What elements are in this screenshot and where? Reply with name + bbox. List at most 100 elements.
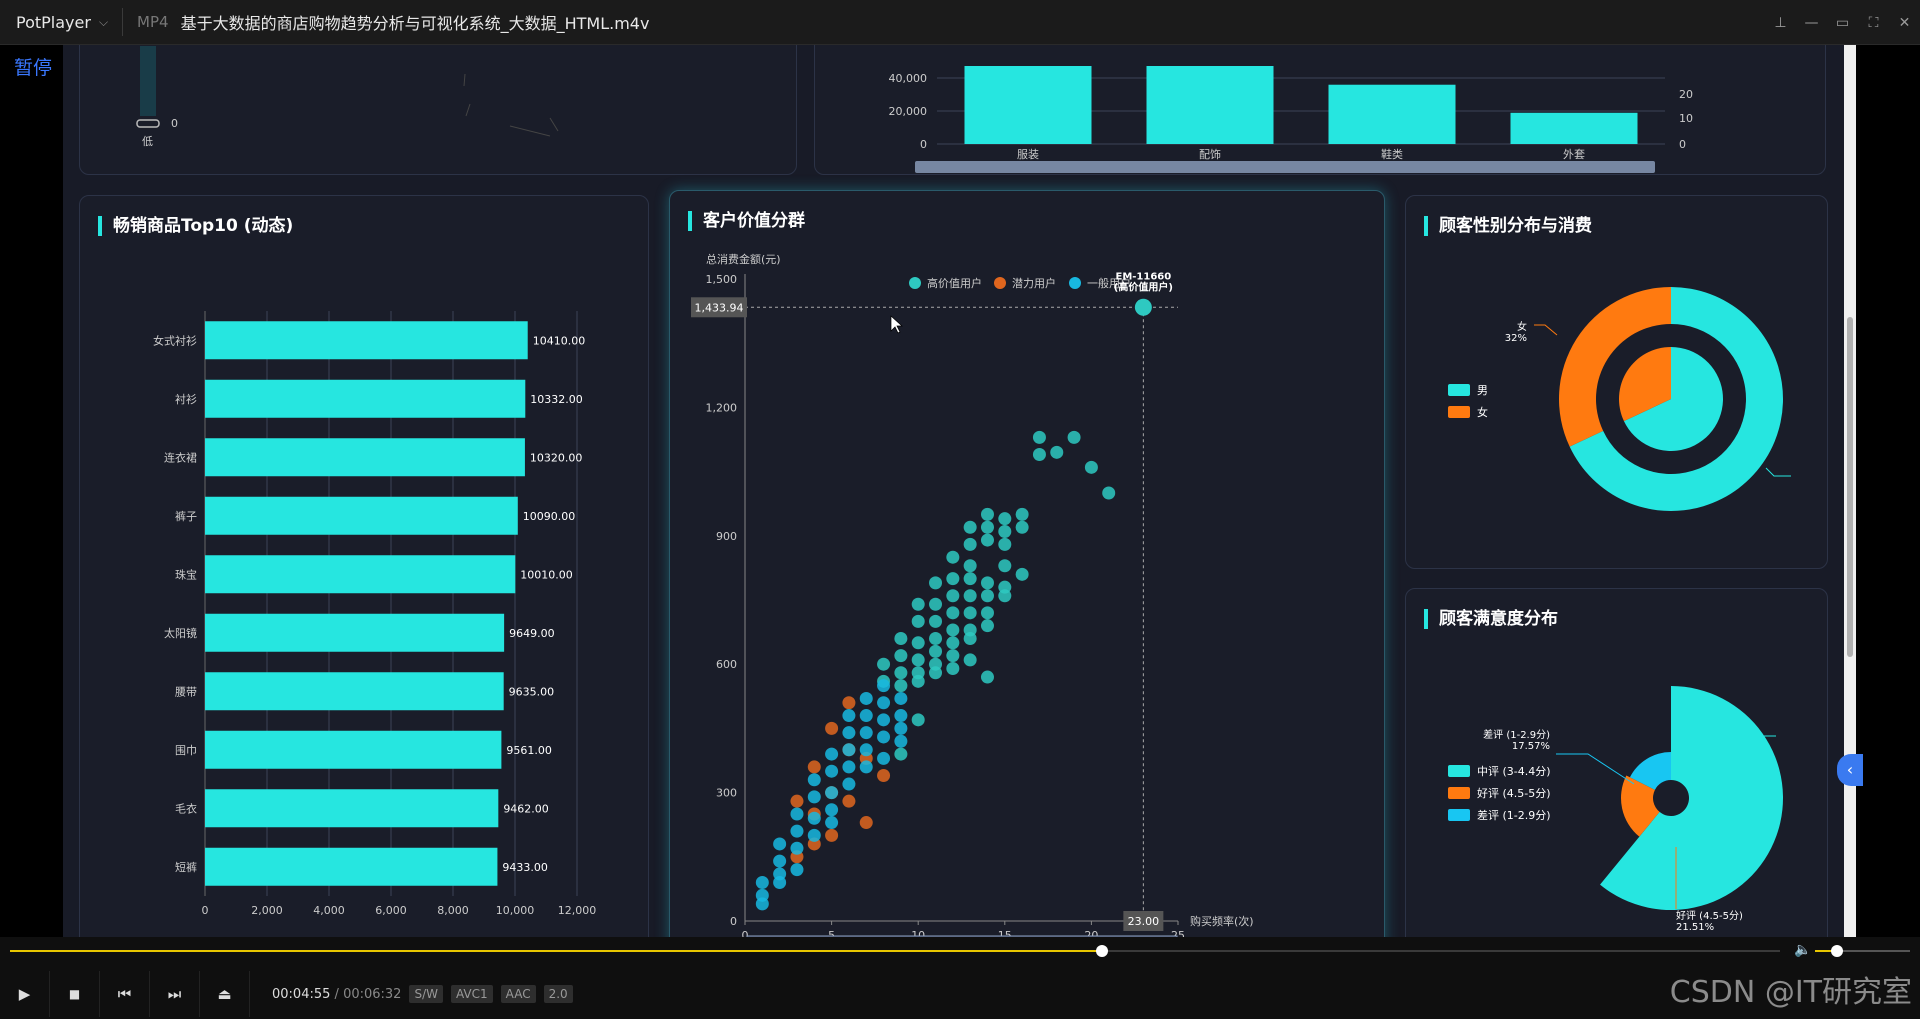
x-tick-label: 外套 [1563, 148, 1585, 161]
data-point [980, 533, 994, 547]
title-bar: PotPlayer ⌵ MP4 基于大数据的商店购物趋势分析与可视化系统_大数据… [0, 0, 1920, 45]
data-point [859, 709, 873, 723]
data-point [1067, 430, 1081, 444]
data-point [929, 614, 943, 628]
data-point [825, 721, 839, 735]
data-point [980, 606, 994, 620]
x-tick-label: 0 [202, 904, 209, 917]
minimize-icon[interactable]: — [1796, 15, 1827, 31]
data-point [998, 525, 1012, 539]
legend-zero: 0 [171, 117, 178, 130]
next-button[interactable]: ⏭ [150, 971, 200, 1017]
label-line [1556, 753, 1635, 785]
video-codec-badge[interactable]: AVC1 [450, 985, 493, 1003]
data-point [894, 721, 908, 735]
data-point [842, 794, 856, 808]
eject-button[interactable]: ⏏ [200, 971, 250, 1017]
data-point [911, 674, 925, 688]
data-point [894, 666, 908, 680]
stop-button[interactable]: ■ [50, 971, 100, 1017]
value-label: 10320.00 [530, 451, 583, 464]
data-point [790, 863, 804, 877]
data-point [825, 816, 839, 830]
data-point [842, 743, 856, 757]
top10-chart: 0 2,000 4,000 6,000 8,000 10,000 12,000 女式衬衫 104… [153, 311, 596, 917]
bar [205, 496, 518, 535]
heatmap-legend: 0 低 [136, 46, 559, 148]
data-point [929, 597, 943, 611]
data-point [1015, 520, 1029, 534]
data-point [877, 679, 891, 693]
data-point [963, 606, 977, 620]
y-axis-title: 总消费金额(元) [706, 252, 781, 266]
data-point [894, 679, 908, 693]
data-point [946, 623, 960, 637]
highlight-point [1134, 298, 1152, 316]
data-point [842, 760, 856, 774]
bar [205, 847, 498, 886]
legend-label: 差评 (1-2.9分) [1477, 808, 1551, 822]
data-point [1102, 486, 1116, 500]
value-label: 9561.00 [506, 744, 552, 757]
data-point [859, 816, 873, 830]
page-scrollbar[interactable] [1844, 45, 1856, 937]
volume-handle[interactable] [1830, 945, 1843, 957]
next-icon: ⏭ [167, 985, 182, 1003]
collapse-side-button[interactable]: ‹ [1837, 754, 1863, 786]
player-controls: 🔈 ▶ ■ ⏮ ⏭ ⏏ 00:04:55 / 00:06:32 S/W AVC1… [0, 937, 1920, 1019]
y-tick-label: 1,200 [706, 401, 738, 414]
legend-label: 潜力用户 [1012, 276, 1056, 290]
channels-badge[interactable]: 2.0 [543, 985, 573, 1003]
close-icon[interactable]: ✕ [1889, 15, 1920, 31]
data-point [894, 709, 908, 723]
value-label: 10410.00 [533, 334, 586, 347]
value-label: 9649.00 [509, 627, 555, 640]
audio-codec-badge[interactable]: AAC [500, 985, 536, 1003]
data-point [807, 773, 821, 787]
data-point [894, 734, 908, 748]
data-point [842, 726, 856, 740]
data-point [946, 661, 960, 675]
video-frame[interactable]: 0 低 40,000 20,000 0 20 10 0 服装 配饰 鞋类 外套 畅销商品Top10… [63, 45, 1856, 937]
top10-panel: 畅销商品Top10 (动态) 0 2,000 4,000 6,000 8,000 10,0… [79, 195, 649, 937]
bar [205, 730, 502, 769]
data-point [929, 632, 943, 646]
category-sales-panel: 40,000 20,000 0 20 10 0 服装 配饰 鞋类 外套 [814, 45, 1826, 175]
bar [1328, 84, 1456, 144]
fullscreen-icon[interactable]: ⛶ [1858, 15, 1889, 31]
data-point [825, 828, 839, 842]
y-tick-label: 40,000 [889, 72, 928, 85]
data-point [807, 828, 821, 842]
volume-icon[interactable]: 🔈 [1794, 942, 1811, 958]
scrollbar-thumb[interactable] [1847, 317, 1853, 657]
value-label: 10090.00 [523, 510, 576, 523]
data-point [894, 691, 908, 705]
cluster-chart[interactable]: 总消费金额(元)购买频率(次)03006009001,2001,5000 5 10 1… [670, 191, 1386, 937]
data-point [963, 653, 977, 667]
previous-button[interactable]: ⏮ [100, 971, 150, 1017]
category-label: 珠宝 [175, 567, 197, 581]
legend-label: 好评 (4.5-5分) [1477, 786, 1551, 800]
play-button[interactable]: ▶ [0, 971, 50, 1017]
seek-handle[interactable] [1096, 945, 1109, 957]
gender-panel: 顾客性别分布与消费 女 32% 男女 [1405, 195, 1828, 569]
data-point [1050, 445, 1064, 459]
y-tick-label: 900 [716, 530, 737, 543]
app-menu-button[interactable]: PotPlayer ⌵ [0, 13, 108, 32]
label-line [1534, 324, 1558, 336]
legend-label: 男 [1477, 384, 1488, 397]
data-point [859, 691, 873, 705]
pin-icon[interactable]: ⊥ [1765, 15, 1796, 31]
category-label: 围巾 [175, 743, 197, 757]
data-point [998, 537, 1012, 551]
current-time: 00:04:55 [272, 986, 331, 1002]
maximize-icon[interactable]: ▭ [1827, 15, 1858, 31]
volume-slider[interactable] [1815, 945, 1910, 957]
decoder-badge[interactable]: S/W [409, 985, 443, 1003]
y2-tick-label: 0 [1679, 138, 1686, 151]
legend-marker [1448, 809, 1470, 821]
seek-bar[interactable] [10, 945, 1780, 957]
legend-label: 中评 (3-4.4分) [1477, 765, 1551, 778]
data-point [1015, 567, 1029, 581]
data-point [859, 743, 873, 757]
